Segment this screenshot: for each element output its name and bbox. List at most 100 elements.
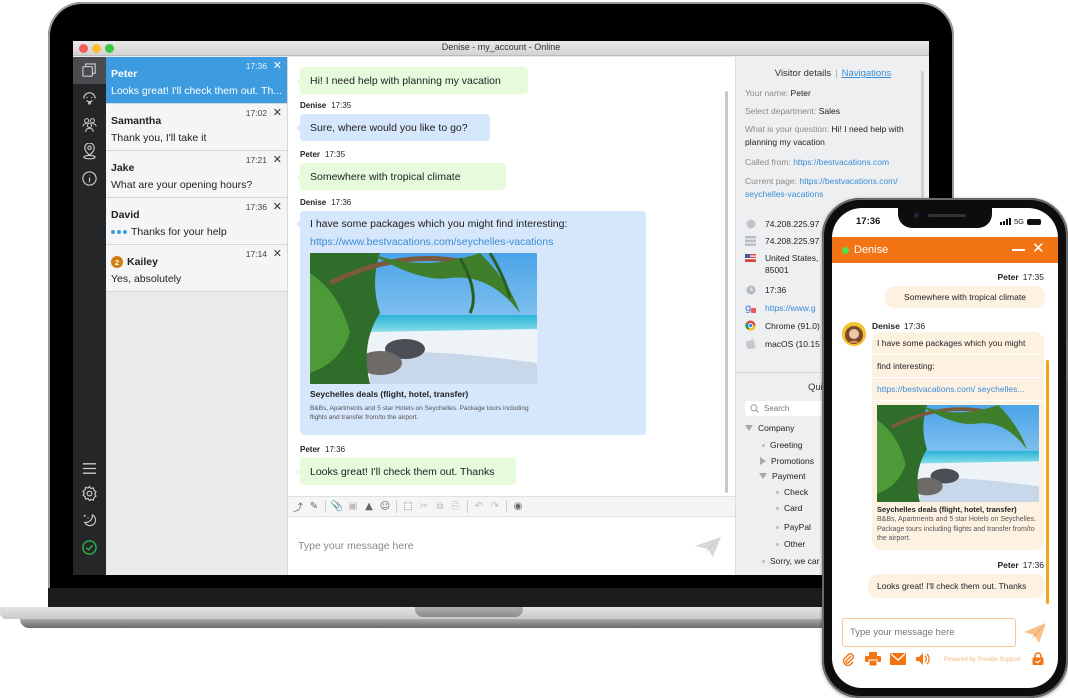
chat-list-item[interactable]: Samantha Thank you, I'll take it 17:02 ✕: [106, 104, 287, 151]
send-icon[interactable]: [1023, 622, 1047, 644]
field-label: Select department:: [745, 106, 817, 116]
message-list: Hi! I need help with planning my vacatio…: [288, 57, 735, 492]
minimize-icon[interactable]: [1012, 249, 1025, 251]
powered-by-link[interactable]: Powered by Provide Support: [944, 657, 1020, 663]
conversation-scrollbar[interactable]: [725, 91, 728, 493]
chat-scrollbar[interactable]: [1046, 360, 1049, 604]
chat-time: 17:14: [245, 249, 267, 259]
online-status-icon: [842, 246, 849, 254]
close-chat-icon[interactable]: ✕: [273, 200, 282, 213]
tree-item[interactable]: Card: [776, 503, 802, 513]
detail-field: What is your question: Hi! I need help w…: [745, 123, 921, 149]
screenshot-icon[interactable]: ▣: [346, 500, 360, 514]
chat-list: Peter Looks great! I'll check them out. …: [106, 57, 288, 575]
close-chat-icon[interactable]: ✕: [273, 247, 282, 260]
close-chat-icon[interactable]: ✕: [273, 106, 282, 119]
referrer-link[interactable]: https://www.g: [765, 302, 816, 314]
details-tabs: Visitor details | Navigations: [736, 68, 929, 79]
copy-icon[interactable]: ⧉: [433, 500, 447, 514]
package-link[interactable]: https://www.bestvacations.com/seychelles…: [310, 236, 636, 248]
undo-icon[interactable]: ↶: [472, 500, 486, 514]
tree-item[interactable]: Sorry, we car: [762, 556, 819, 566]
menu-icon[interactable]: [73, 455, 106, 482]
email-icon[interactable]: [890, 652, 906, 666]
message-time: 17:36: [331, 198, 352, 207]
chat-widget-header: Denise ✕: [832, 237, 1058, 263]
chat-list-item[interactable]: Jake What are your opening hours? 17:21 …: [106, 151, 287, 198]
location-icon[interactable]: [73, 138, 106, 165]
sound-icon[interactable]: [915, 652, 931, 666]
card-description: B&Bs, Apartments and 5 star Hotels on Se…: [310, 405, 529, 421]
image-icon[interactable]: ▲: [362, 500, 376, 514]
gear-icon[interactable]: [73, 480, 106, 507]
message-author: Denise: [872, 321, 900, 331]
beach-image[interactable]: [310, 253, 537, 384]
compose-area: [288, 518, 735, 575]
tree-label: Payment: [772, 471, 806, 481]
close-icon[interactable]: ✕: [1032, 241, 1045, 257]
chat-preview: Looks great! I'll check them out. Th...: [111, 85, 283, 97]
close-chat-icon[interactable]: ✕: [273, 59, 282, 72]
phone-frame: 17:36 5G Denise ✕ Peter 17:35 Somewhere w…: [822, 198, 1068, 698]
message-time: 17:35: [1022, 272, 1044, 282]
info-icon[interactable]: [73, 165, 106, 192]
window-title: Denise - my_account - Online: [441, 42, 561, 52]
moon-icon[interactable]: [73, 507, 106, 534]
close-chat-icon[interactable]: ✕: [273, 153, 282, 166]
status-online-icon[interactable]: [73, 534, 106, 561]
push-page-icon[interactable]: ⤴: [291, 500, 305, 514]
chat-preview-row: Thanks for your help: [111, 226, 283, 238]
redo-icon[interactable]: ↷: [488, 500, 502, 514]
expand-icon: [759, 473, 767, 479]
search-icon: [750, 404, 759, 413]
operator-icon[interactable]: [73, 84, 106, 111]
chat-list-item[interactable]: Peter Looks great! I'll check them out. …: [106, 57, 287, 104]
chat-list-item[interactable]: 2 Kailey Yes, absolutely 17:14 ✕: [106, 245, 287, 292]
message-input[interactable]: [298, 536, 678, 556]
spy-icon[interactable]: ◉: [511, 500, 525, 514]
message-time: 17:36: [325, 445, 346, 454]
print-icon[interactable]: [865, 652, 881, 666]
attach-icon[interactable]: [840, 652, 856, 666]
message-author: Peter: [997, 272, 1019, 282]
google-referrer-icon: g: [745, 302, 756, 313]
visitors-icon[interactable]: [73, 111, 106, 138]
message-meta: Denise 17:36: [300, 198, 351, 207]
package-link[interactable]: https://bestvacations.com/ seychelles...: [872, 378, 1044, 400]
tree-item[interactable]: Payment: [759, 471, 806, 481]
invite-icon[interactable]: ✎: [307, 500, 321, 514]
tree-label: Greeting: [770, 440, 803, 450]
message-time: 17:36: [903, 321, 926, 331]
select-icon[interactable]: ⬚: [401, 500, 415, 514]
tree-item[interactable]: PayPal: [776, 522, 811, 532]
status-bar-icons: 5G: [1000, 217, 1042, 226]
beach-image[interactable]: [877, 405, 1039, 502]
attach-icon[interactable]: 📎: [330, 500, 344, 514]
bullet-icon: [776, 506, 779, 510]
app-window: Denise - my_account - Online Peter Looks…: [73, 41, 929, 575]
tree-item[interactable]: Greeting: [762, 440, 803, 450]
apple-icon: [745, 338, 756, 349]
paste-icon[interactable]: ⎘: [449, 500, 463, 514]
chat-time: 17:21: [245, 155, 267, 165]
tab-visitor-details[interactable]: Visitor details: [775, 68, 831, 79]
chats-icon[interactable]: [73, 57, 106, 84]
link-card[interactable]: Seychelles deals (flight, hotel, transfe…: [872, 401, 1044, 550]
emoji-icon[interactable]: ☺: [378, 500, 392, 514]
tree-item[interactable]: Check: [776, 487, 808, 497]
chat-list-item[interactable]: David Thanks for your help 17:36 ✕: [106, 198, 287, 245]
cut-icon[interactable]: ✂: [417, 500, 431, 514]
card-description: B&Bs, Apartments and 5 star Hotels on Se…: [877, 516, 1037, 542]
tree-item[interactable]: Promotions: [760, 456, 814, 466]
tab-navigations[interactable]: Navigations: [842, 68, 892, 79]
send-icon[interactable]: [694, 536, 722, 558]
tree-item[interactable]: Company: [745, 423, 794, 433]
tree-item[interactable]: Other: [776, 539, 805, 549]
card-title: Seychelles deals (flight, hotel, transfe…: [877, 505, 1017, 514]
phone-message-input[interactable]: [842, 618, 1016, 647]
network-type: 5G: [1014, 217, 1025, 226]
message-bubble: Looks great! I'll check them out. Thanks: [296, 458, 516, 485]
detail-field: Select department: Sales: [745, 105, 921, 118]
message-text: find interesting:: [872, 355, 1044, 377]
called-from-link[interactable]: https://bestvacations.com: [793, 157, 889, 167]
